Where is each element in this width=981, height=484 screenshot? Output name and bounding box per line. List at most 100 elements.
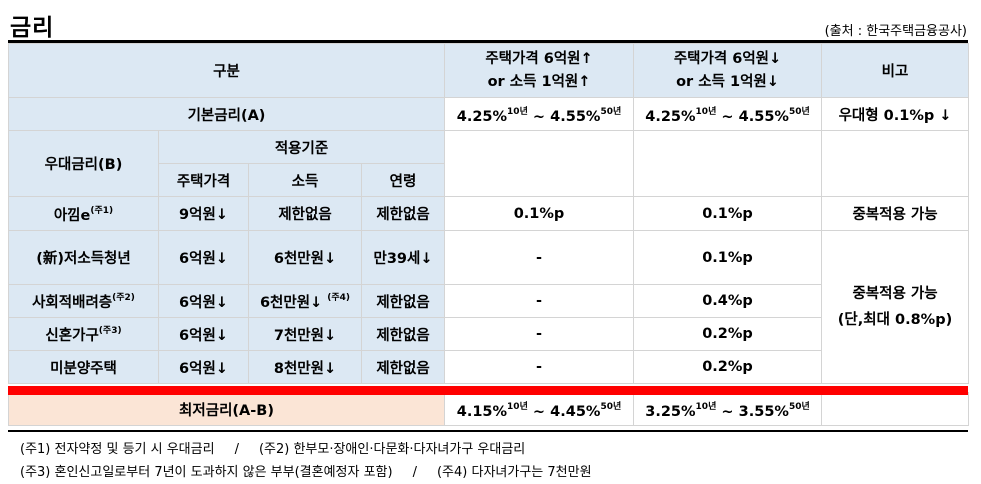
row-rate-b: 0.2%p xyxy=(633,350,822,384)
min-rate-a-to-sup: 50년 xyxy=(600,401,622,412)
row-rate-a: - xyxy=(444,230,634,285)
base-rate-a-to-sup: 50년 xyxy=(600,106,622,117)
row-rate-b: 0.1%p xyxy=(633,196,822,231)
base-rate-a: 4.25%10년 ~ 4.55%50년 xyxy=(444,97,634,131)
row-income-text: 6천만원↓ xyxy=(259,295,323,311)
row-name-text: 신혼가구 xyxy=(45,328,99,344)
bottom-divider xyxy=(8,430,968,432)
min-rate-b-from: 3.25% xyxy=(645,403,696,420)
min-rate-a-from: 4.15% xyxy=(456,403,508,420)
footnote-3: (주3) 혼인신고일로부터 7년이 도과하지 않은 부부(결혼예정자 포함) xyxy=(20,465,393,480)
base-rate-a-from: 4.25% xyxy=(456,108,508,125)
base-rate-b-to-sup: 50년 xyxy=(788,106,810,117)
min-rate-b-from-sup: 10년 xyxy=(695,401,717,412)
base-rate-b-from-sup: 10년 xyxy=(695,106,717,117)
footnote-sep: / xyxy=(234,442,239,457)
row-name-text: 미분양주택 xyxy=(50,360,117,377)
table-row: (新)저소득청년 6억원↓ 6천만원↓ 만39세↓ - 0.1%p 중복적용 가… xyxy=(8,230,969,384)
row-income: 7천만원↓ xyxy=(248,317,362,351)
row-rate-a: - xyxy=(444,284,634,318)
source-note: (출처 : 한국주택금융공사) xyxy=(824,24,967,39)
base-rate-note: 우대형 0.1%p ↓ xyxy=(821,97,969,131)
row-name: 사회적배려층(주2) xyxy=(8,284,159,318)
row-house: 6억원↓ xyxy=(158,284,249,318)
row-note-line2: (단,최대 0.8%p) xyxy=(837,312,953,328)
row-house: 9억원↓ xyxy=(158,196,249,231)
min-rate-a: 4.15%10년 ~ 4.45%50년 xyxy=(444,392,634,426)
row-rate-b: 0.1%p xyxy=(633,230,822,285)
min-rate-label: 최저금리(A-B) xyxy=(8,392,445,426)
row-name-sup: (주3) xyxy=(98,326,122,336)
row-name-text: 아낌e xyxy=(53,207,91,224)
red-divider xyxy=(8,386,968,395)
row-rate-a: 0.1%p xyxy=(444,196,634,231)
table-row: 아낌e(주1) 9억원↓ 제한없음 제한없음 0.1%p 0.1%p 중복적용 … xyxy=(8,196,969,231)
row-income: 6천만원↓ xyxy=(248,230,362,285)
min-rate-b-to: 3.55% xyxy=(738,403,789,420)
row-note-line1: 중복적용 가능 xyxy=(852,286,938,302)
row-income: 6천만원↓ (주4) xyxy=(248,284,362,318)
row-income: 제한없음 xyxy=(248,196,362,231)
pref-blank-note xyxy=(821,130,969,197)
row-name-text: (新)저소득청년 xyxy=(36,251,131,267)
header-under-6-line2: or 소득 1억원↓ xyxy=(676,73,779,90)
col-age: 연령 xyxy=(361,163,445,197)
footnote-1: (주1) 전자약정 및 등기 시 우대금리 xyxy=(20,442,215,457)
row-name-sup: (주1) xyxy=(90,205,114,216)
base-rate-a-tilde: ~ xyxy=(532,108,546,125)
row-rate-a: - xyxy=(444,350,634,384)
header-under-6: 주택가격 6억원↓ or 소득 1억원↓ xyxy=(633,43,822,98)
min-rate-b-to-sup: 50년 xyxy=(788,401,810,412)
page-title: 금리 xyxy=(10,15,55,41)
header-over-6: 주택가격 6억원↑ or 소득 1억원↑ xyxy=(444,43,634,98)
row-age: 제한없음 xyxy=(361,317,445,351)
header-note: 비고 xyxy=(821,43,969,98)
row-house: 6억원↓ xyxy=(158,317,249,351)
header-category: 구분 xyxy=(8,43,445,98)
header-over-6-line2: or 소득 1억원↑ xyxy=(487,73,591,90)
min-rate-note xyxy=(821,392,969,426)
base-rate-b-tilde: ~ xyxy=(721,108,734,125)
row-income-sup: (주4) xyxy=(327,293,351,303)
footnote-line-1: (주1) 전자약정 및 등기 시 우대금리 / (주2) 한부모·장애인·다문화·다… xyxy=(20,438,525,457)
row-name: 신혼가구(주3) xyxy=(8,317,159,351)
footnote-4: (주4) 다자녀가구는 7천만원 xyxy=(436,465,592,480)
base-rate-b: 4.25%10년 ~ 4.55%50년 xyxy=(633,97,822,131)
min-rate-a-from-sup: 10년 xyxy=(507,401,528,412)
header-over-6-line1: 주택가격 6억원↑ xyxy=(485,50,593,67)
pref-blank-b xyxy=(633,130,822,197)
row-name: (新)저소득청년 xyxy=(8,230,159,285)
row-rate-a: - xyxy=(444,317,634,351)
pref-rate-label: 우대금리(B) xyxy=(8,130,159,197)
base-rate-a-from-sup: 10년 xyxy=(507,106,528,117)
min-rate-row: 최저금리(A-B) 4.15%10년 ~ 4.45%50년 3.25%10년 ~… xyxy=(8,392,969,426)
base-rate-b-from: 4.25% xyxy=(645,108,696,125)
row-name: 미분양주택 xyxy=(8,350,159,384)
row-age: 제한없음 xyxy=(361,196,445,231)
row-rate-b: 0.2%p xyxy=(633,317,822,351)
footnote-sep: / xyxy=(412,465,417,480)
row-name: 아낌e(주1) xyxy=(8,196,159,231)
row-name-sup: (주2) xyxy=(112,293,135,303)
row-note: 중복적용 가능 xyxy=(821,196,969,231)
row-age: 제한없음 xyxy=(361,284,445,318)
row-age: 만39세↓ xyxy=(361,230,445,285)
col-income: 소득 xyxy=(248,163,362,197)
rate-table: 구분 주택가격 6억원↑ or 소득 1억원↑ 주택가격 6억원↓ or 소득 … xyxy=(8,43,969,426)
min-rate-b: 3.25%10년 ~ 3.55%50년 xyxy=(633,392,822,426)
row-age: 제한없음 xyxy=(361,350,445,384)
row-rate-b: 0.4%p xyxy=(633,284,822,318)
min-rate-b-tilde: ~ xyxy=(721,403,734,420)
row-name-text: 사회적배려층 xyxy=(32,295,113,311)
min-rate-a-tilde: ~ xyxy=(532,403,546,420)
col-house-price: 주택가격 xyxy=(158,163,249,197)
header-under-6-line1: 주택가격 6억원↓ xyxy=(673,50,782,67)
row-house: 6억원↓ xyxy=(158,350,249,384)
criteria-label: 적용기준 xyxy=(158,130,445,164)
pref-blank-a xyxy=(444,130,634,197)
footnote-2: (주2) 한부모·장애인·다문화·다자녀가구 우대금리 xyxy=(258,442,526,457)
row-house: 6억원↓ xyxy=(158,230,249,285)
base-rate-a-to: 4.55% xyxy=(550,108,601,125)
row-note-combined: 중복적용 가능 (단,최대 0.8%p) xyxy=(821,230,969,384)
row-income: 8천만원↓ xyxy=(248,350,362,384)
